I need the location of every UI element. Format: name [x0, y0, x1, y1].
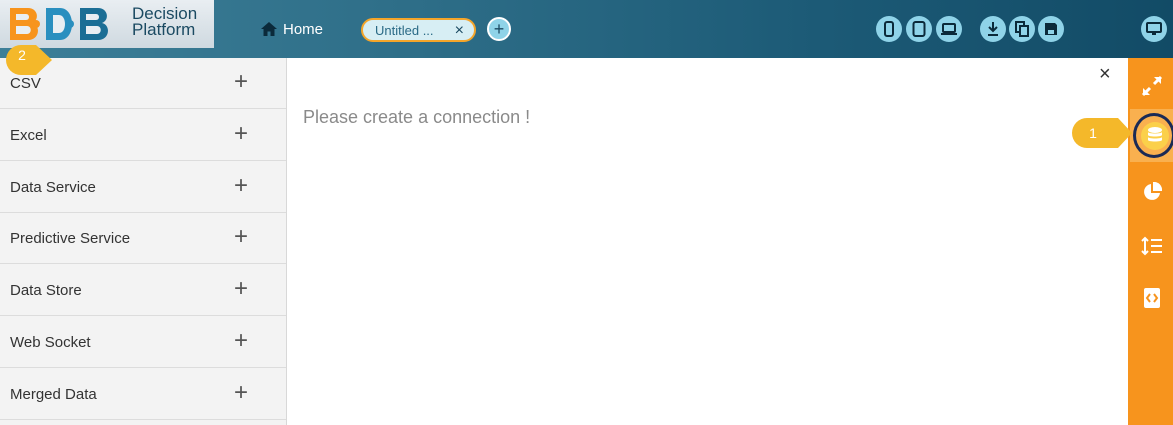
empty-state-message: Please create a connection !	[303, 107, 531, 127]
save-button[interactable]	[1038, 16, 1064, 42]
tablet-view-button[interactable]	[906, 16, 932, 42]
plus-icon[interactable]: +	[234, 172, 248, 200]
add-tab-button[interactable]: +	[487, 17, 511, 41]
laptop-view-button[interactable]	[936, 16, 962, 42]
top-bar: Decision Platform Home Untitled ... × +	[0, 0, 1173, 58]
logo: Decision Platform	[0, 0, 214, 48]
preview-button[interactable]	[1141, 16, 1167, 42]
sort-button[interactable]	[1138, 232, 1166, 260]
script-button[interactable]	[1138, 284, 1166, 312]
list-item-label: Web Socket	[10, 334, 91, 351]
monitor-icon	[1146, 22, 1162, 35]
copy-button[interactable]	[1009, 16, 1035, 42]
callout-shape-icon	[6, 45, 52, 75]
sort-list-icon	[1141, 236, 1162, 256]
laptop-icon	[941, 23, 957, 35]
close-panel-icon[interactable]: ×	[1099, 64, 1111, 84]
callout-badge-2: 2	[6, 45, 52, 75]
save-icon	[1045, 23, 1057, 35]
list-item-label: Data Service	[10, 179, 96, 196]
bdb-logo-icon	[10, 8, 108, 40]
plus-icon[interactable]: +	[234, 223, 248, 251]
logo-text: Decision Platform	[132, 5, 197, 39]
tablet-icon	[912, 21, 926, 37]
plus-icon[interactable]: +	[234, 379, 248, 407]
tab-untitled[interactable]: Untitled ... ×	[361, 18, 476, 42]
tab-label: Untitled ...	[375, 22, 434, 38]
list-item-excel[interactable]: Excel +	[0, 110, 286, 161]
list-item-data-store[interactable]: Data Store +	[0, 265, 286, 316]
list-item-label: Data Store	[10, 282, 82, 299]
home-link[interactable]: Home	[260, 16, 323, 42]
home-icon	[261, 22, 277, 36]
callout-number: 2	[18, 47, 26, 63]
mobile-view-button[interactable]	[876, 16, 902, 42]
list-item-data-service[interactable]: Data Service +	[0, 162, 286, 213]
home-label: Home	[283, 20, 324, 38]
connection-type-list: CSV + Excel + Data Service + Predictive …	[0, 58, 287, 425]
expand-arrows-icon	[1141, 75, 1163, 97]
copy-icon	[1015, 21, 1029, 37]
callout-badge-1: 1	[1072, 118, 1132, 148]
plus-icon[interactable]: +	[234, 275, 248, 303]
chart-button[interactable]	[1138, 178, 1166, 206]
code-file-icon	[1144, 288, 1160, 308]
pie-chart-icon	[1144, 182, 1162, 200]
logo-line-2: Platform	[132, 20, 196, 39]
callout-number: 1	[1089, 125, 1097, 141]
highlight-ring	[1133, 113, 1173, 158]
plus-icon[interactable]: +	[234, 120, 248, 148]
list-item-label: CSV	[10, 75, 41, 92]
mobile-icon	[884, 21, 894, 37]
list-item-label: Excel	[10, 127, 47, 144]
list-item-merged-data[interactable]: Merged Data +	[0, 369, 286, 420]
callout-shape-icon	[1072, 118, 1132, 148]
list-item-label: Predictive Service	[10, 230, 131, 247]
list-item-web-socket[interactable]: Web Socket +	[0, 317, 286, 368]
plus-icon[interactable]: +	[234, 327, 248, 355]
list-item-label: Merged Data	[10, 386, 97, 403]
plus-icon[interactable]: +	[234, 68, 248, 96]
expand-icon[interactable]	[1138, 72, 1166, 100]
download-button[interactable]	[980, 16, 1006, 42]
tab-close-icon[interactable]: ×	[455, 22, 464, 40]
download-icon	[988, 22, 998, 36]
list-item-predictive-service[interactable]: Predictive Service +	[0, 213, 286, 264]
